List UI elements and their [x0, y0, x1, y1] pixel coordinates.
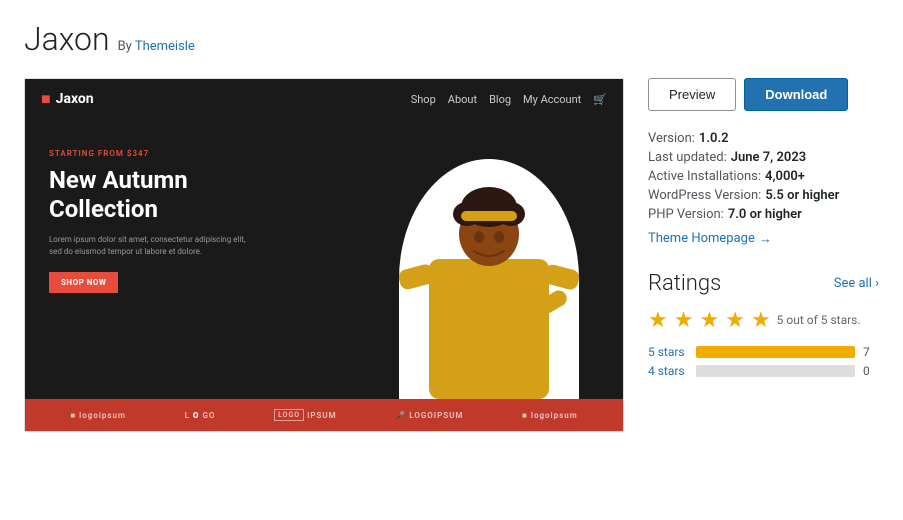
jaxon-mock: ■ Jaxon Shop About Blog My Account 🛒 STA… — [25, 79, 623, 431]
jaxon-nav-links: Shop About Blog My Account 🛒 — [411, 93, 607, 106]
meta-info: Version: 1.0.2 Last updated: June 7, 202… — [648, 131, 879, 247]
logo-item-3: LOGOIPSUM — [274, 409, 337, 421]
jaxon-hero-tag: STARTING FROM $347 — [49, 149, 379, 158]
logo-item-4: 🎤LOGOIPSUM — [395, 411, 463, 420]
page-title: Jaxon — [24, 20, 110, 58]
jaxon-hero-heading: New AutumnCollection — [49, 166, 379, 224]
star-3: ★ — [699, 308, 719, 333]
rating-bar-5stars: 5 stars 7 — [648, 345, 879, 359]
jaxon-hero-desc: Lorem ipsum dolor sit amet, consectetur … — [49, 234, 249, 258]
version-row: Version: 1.0.2 — [648, 131, 879, 146]
ratings-title: Ratings — [648, 271, 721, 296]
last-updated-row: Last updated: June 7, 2023 — [648, 150, 879, 165]
5star-count: 7 — [863, 345, 879, 359]
5star-track — [696, 346, 855, 358]
4star-link[interactable]: 4 stars — [648, 364, 688, 378]
php-version-row: PHP Version: 7.0 or higher — [648, 207, 879, 222]
theme-homepage-link[interactable]: Theme Homepage → — [648, 231, 772, 247]
theme-preview: ■ Jaxon Shop About Blog My Account 🛒 STA… — [24, 78, 624, 432]
jaxon-logos-bar: ■ logoipsum LOGO LOGOIPSUM 🎤LOGOIPSUM ■l… — [25, 399, 623, 431]
jaxon-model-card — [399, 159, 579, 399]
download-button[interactable]: Download — [744, 78, 848, 111]
star-2: ★ — [674, 308, 694, 333]
jaxon-hero: STARTING FROM $347 New AutumnCollection … — [25, 119, 623, 399]
info-panel: Preview Download Version: 1.0.2 Last upd… — [648, 78, 879, 432]
jaxon-logo: ■ Jaxon — [41, 89, 94, 109]
preview-button[interactable]: Preview — [648, 78, 736, 111]
star-5: ★ — [751, 308, 771, 333]
action-buttons: Preview Download — [648, 78, 879, 111]
main-content: ■ Jaxon Shop About Blog My Account 🛒 STA… — [24, 78, 879, 432]
theme-author: By Themeisle — [118, 39, 195, 54]
jaxon-nav: ■ Jaxon Shop About Blog My Account 🛒 — [25, 79, 623, 119]
jaxon-logo-icon: ■ — [41, 89, 51, 109]
jaxon-cta-button[interactable]: SHOP NOW — [49, 272, 118, 293]
star-1: ★ — [648, 308, 668, 333]
jaxon-hero-image — [379, 139, 599, 399]
logo-item-5: ■logoipsum — [522, 411, 578, 420]
ratings-section: Ratings See all › ★ ★ ★ ★ ★ 5 out of 5 s… — [648, 271, 879, 378]
author-link[interactable]: Themeisle — [135, 39, 195, 54]
stars-summary: ★ ★ ★ ★ ★ 5 out of 5 stars. — [648, 308, 879, 333]
active-installs-row: Active Installations: 4,000+ — [648, 169, 879, 184]
logo-item-1: ■ logoipsum — [70, 411, 126, 420]
star-4: ★ — [725, 308, 745, 333]
page-header: Jaxon By Themeisle — [24, 20, 879, 58]
ratings-header: Ratings See all › — [648, 271, 879, 296]
5star-link[interactable]: 5 stars — [648, 345, 688, 359]
4star-track — [696, 365, 855, 377]
see-all-link[interactable]: See all › — [834, 276, 879, 291]
5star-fill — [696, 346, 855, 358]
rating-bar-4stars: 4 stars 0 — [648, 364, 879, 378]
jaxon-hero-text: STARTING FROM $347 New AutumnCollection … — [49, 139, 379, 399]
logo-item-2: LOGO — [185, 411, 216, 420]
theme-homepage-row: Theme Homepage → — [648, 230, 879, 247]
preview-panel: ■ Jaxon Shop About Blog My Account 🛒 STA… — [24, 78, 624, 432]
rating-bars: 5 stars 7 4 stars 0 — [648, 345, 879, 378]
stars-label: 5 out of 5 stars. — [777, 313, 861, 327]
wp-version-row: WordPress Version: 5.5 or higher — [648, 188, 879, 203]
4star-count: 0 — [863, 364, 879, 378]
